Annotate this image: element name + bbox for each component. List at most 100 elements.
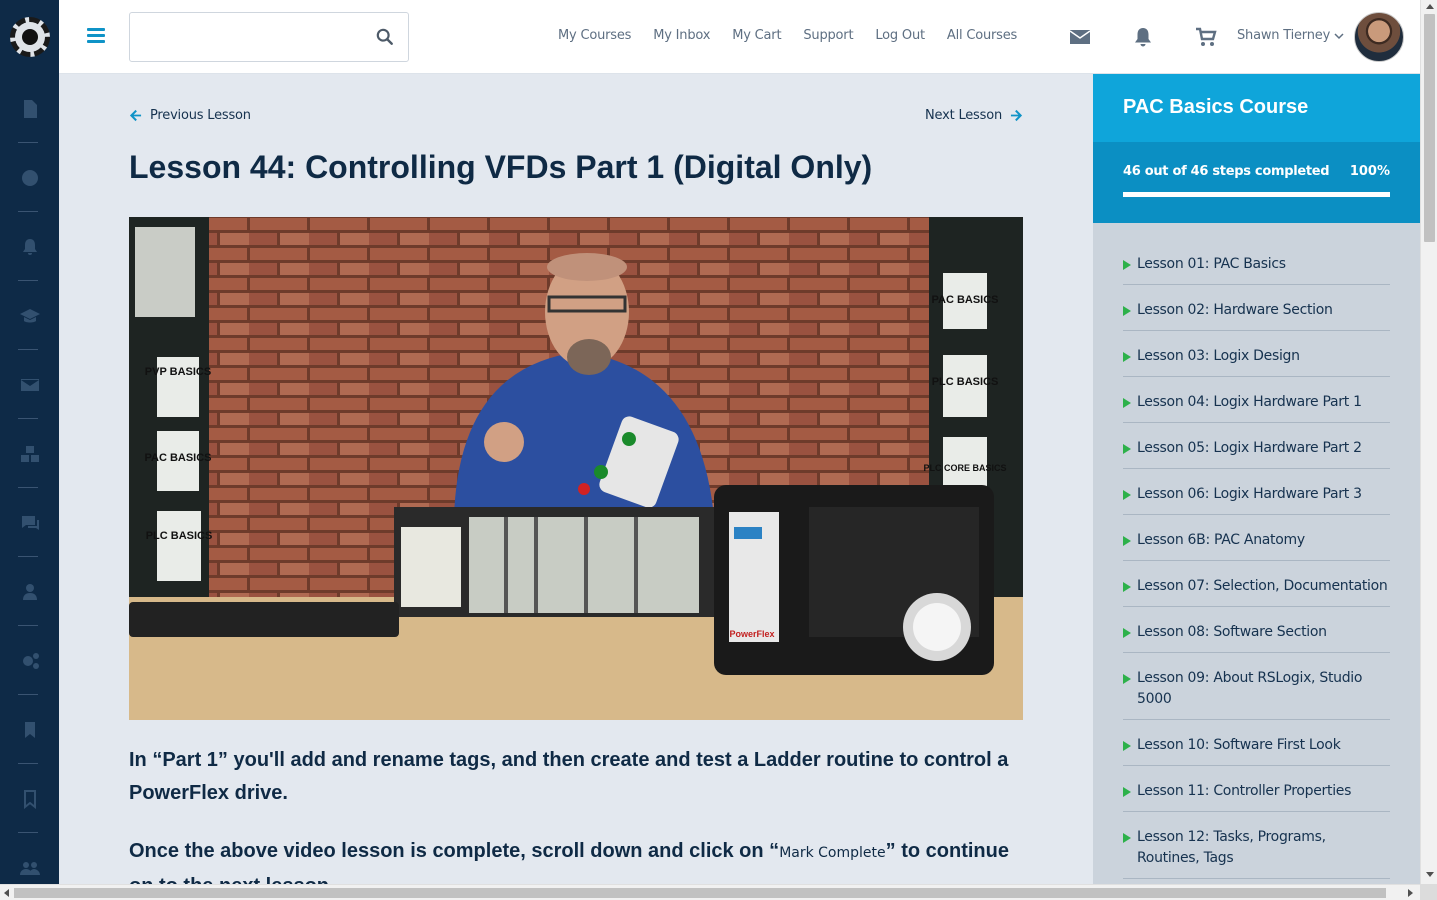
rail-documents[interactable] — [0, 74, 59, 143]
nav-all-courses[interactable]: All Courses — [947, 28, 1017, 43]
nav-my-courses[interactable]: My Courses — [558, 28, 631, 43]
rail-saved[interactable] — [0, 764, 59, 833]
course-sidebar: PAC Basics Course 46 out of 46 steps com… — [1093, 74, 1420, 884]
horizontal-scroll-thumb[interactable] — [14, 888, 1386, 898]
search-box — [129, 12, 409, 62]
completed-triangle-icon — [1123, 444, 1131, 454]
scroll-left-arrow-icon[interactable] — [4, 889, 9, 897]
avatar[interactable] — [1354, 12, 1404, 62]
lesson-list-item[interactable]: Lesson 09: About RSLogix, Studio 5000 — [1123, 659, 1390, 720]
bookmark-icon — [24, 721, 35, 738]
envelope-icon — [20, 378, 39, 391]
rail-globe[interactable] — [0, 143, 59, 212]
previous-lesson-label: Previous Lesson — [150, 108, 251, 123]
top-header: My Courses My Inbox My Cart Support Log … — [59, 0, 1420, 74]
mark-complete-text: Mark Complete — [779, 845, 886, 861]
book-label-1: PVP BASICS — [145, 366, 211, 378]
graduation-cap-icon — [19, 308, 40, 322]
lesson-label: Lesson 6B: PAC Anatomy — [1137, 532, 1305, 548]
lesson-list-item[interactable]: Lesson 11: Controller Properties — [1123, 772, 1390, 812]
lesson-list-item[interactable]: Lesson 08: Software Section — [1123, 613, 1390, 653]
vertical-scrollbar[interactable] — [1420, 0, 1437, 884]
lesson-navigation: Previous Lesson Next Lesson — [129, 74, 1023, 158]
progress-bar — [1123, 192, 1390, 197]
user-icon — [22, 583, 37, 600]
completed-triangle-icon — [1123, 398, 1131, 408]
completed-triangle-icon — [1123, 260, 1131, 270]
lesson-label: Lesson 05: Logix Hardware Part 2 — [1137, 440, 1362, 456]
nav-support[interactable]: Support — [803, 28, 853, 43]
completed-triangle-icon — [1123, 787, 1131, 797]
messages-button[interactable] — [1069, 26, 1091, 48]
lesson-list-item[interactable]: Lesson 04: Logix Hardware Part 1 — [1123, 383, 1390, 423]
top-nav: My Courses My Inbox My Cart Support Log … — [558, 28, 1039, 43]
rail-messages[interactable] — [0, 350, 59, 419]
next-lesson-label: Next Lesson — [925, 108, 1002, 123]
lesson-list-item[interactable]: Lesson 01: PAC Basics — [1123, 245, 1390, 285]
nav-log-out[interactable]: Log Out — [875, 28, 925, 43]
lesson-intro: In “Part 1” you'll add and rename tags, … — [129, 749, 1009, 804]
site-logo[interactable] — [0, 0, 59, 74]
book-label-2: PAC BASICS — [144, 452, 211, 464]
rail-courses[interactable] — [0, 281, 59, 350]
next-lesson-link[interactable]: Next Lesson — [925, 108, 1023, 123]
rail-groups[interactable] — [0, 419, 59, 488]
document-icon — [23, 99, 37, 118]
scroll-up-arrow-icon[interactable] — [1426, 4, 1434, 9]
user-name[interactable]: Shawn Tierney — [1237, 28, 1330, 43]
rail-profile[interactable] — [0, 557, 59, 626]
lesson-label: Lesson 06: Logix Hardware Part 3 — [1137, 486, 1362, 502]
completed-triangle-icon — [1123, 490, 1131, 500]
lesson-label: Lesson 04: Logix Hardware Part 1 — [1137, 394, 1362, 410]
notifications-button[interactable] — [1132, 26, 1154, 48]
lesson-list-item[interactable]: Lesson 07: Selection, Documentation — [1123, 567, 1390, 607]
lesson-label: Lesson 10: Software First Look — [1137, 737, 1341, 753]
bookmark-outline-icon — [23, 789, 36, 809]
search-icon[interactable] — [376, 28, 394, 46]
rail-notifications[interactable] — [0, 212, 59, 281]
scroll-right-arrow-icon[interactable] — [1408, 889, 1413, 897]
lesson-list: Lesson 01: PAC Basics Lesson 02: Hardware… — [1093, 223, 1420, 879]
lesson-list-item[interactable]: Lesson 6B: PAC Anatomy — [1123, 521, 1390, 561]
menu-toggle-icon[interactable] — [87, 28, 105, 44]
chevron-down-icon[interactable] — [1334, 31, 1344, 41]
completed-triangle-icon — [1123, 674, 1131, 684]
completed-triangle-icon — [1123, 628, 1131, 638]
previous-lesson-link[interactable]: Previous Lesson — [129, 108, 251, 123]
search-input[interactable] — [130, 13, 350, 59]
lesson-list-item[interactable]: Lesson 03: Logix Design — [1123, 337, 1390, 377]
cart-icon — [1196, 27, 1217, 46]
cart-button[interactable] — [1195, 26, 1217, 48]
video-player[interactable]: PVP BASICS PAC BASICS PLC BASICS PAC BAS… — [129, 217, 1023, 720]
left-icon-rail — [0, 0, 59, 900]
course-title[interactable]: PAC Basics Course — [1123, 96, 1390, 119]
lesson-list-item[interactable]: Lesson 06: Logix Hardware Part 3 — [1123, 475, 1390, 515]
nav-my-cart[interactable]: My Cart — [732, 28, 781, 43]
globe-icon — [21, 169, 38, 186]
bell-icon — [1135, 28, 1151, 47]
cubes-icon — [20, 445, 39, 462]
book-label-3: PLC BASICS — [146, 530, 213, 542]
gear-logo-icon — [9, 17, 50, 57]
nav-my-inbox[interactable]: My Inbox — [653, 28, 710, 43]
lesson-label: Lesson 11: Controller Properties — [1137, 783, 1352, 799]
vertical-scroll-thumb[interactable] — [1424, 14, 1435, 242]
lesson-list-item[interactable]: Lesson 05: Logix Hardware Part 2 — [1123, 429, 1390, 469]
rail-forums[interactable] — [0, 488, 59, 557]
video-thumbnail: PVP BASICS PAC BASICS PLC BASICS PAC BAS… — [129, 217, 1023, 720]
drive-label: PowerFlex — [729, 629, 774, 639]
lesson-label: Lesson 07: Selection, Documentation — [1137, 578, 1388, 594]
course-progress: 46 out of 46 steps completed 100% — [1093, 142, 1420, 223]
scroll-down-arrow-icon[interactable] — [1426, 872, 1434, 877]
horizontal-scrollbar[interactable] — [0, 884, 1420, 900]
completed-triangle-icon — [1123, 582, 1131, 592]
lesson-list-item[interactable]: Lesson 02: Hardware Section — [1123, 291, 1390, 331]
rail-bookmarks[interactable] — [0, 695, 59, 764]
rail-settings[interactable] — [0, 626, 59, 695]
comments-icon — [21, 515, 39, 530]
lesson-label: Lesson 03: Logix Design — [1137, 348, 1300, 364]
lesson-list-item[interactable]: Lesson 12: Tasks, Programs, Routines, Ta… — [1123, 818, 1390, 879]
settings-icon — [22, 652, 39, 669]
lesson-list-item[interactable]: Lesson 10: Software First Look — [1123, 726, 1390, 766]
progress-bar-fill — [1123, 192, 1390, 197]
